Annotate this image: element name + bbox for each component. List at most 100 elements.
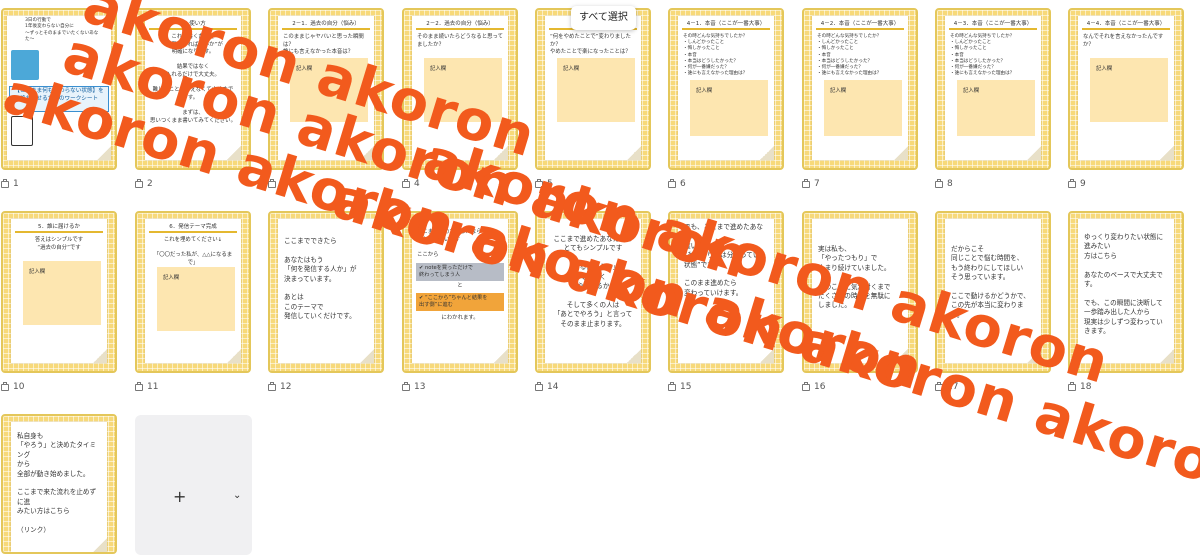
page-body: 私自身も 「やろう」と決めたタイミング から 全部が動き始めました。 ここまで来… [17,432,97,535]
page-number: 16 [814,382,826,392]
page-paper: 3日の行動で 1年後変わらない自分に 〜ずっとそのままでいたくないあなた〜 【こ… [7,16,111,160]
page-card[interactable]: でも、ここまで進めたあなたは 違います。 “もうやり方は分かっている 状態”です… [668,211,784,373]
memo-box[interactable]: 記入欄 [157,267,235,331]
page-number: 9 [1080,179,1086,189]
memo-box[interactable]: 記入欄 [1090,58,1168,122]
page-footer: 5 [535,178,553,190]
page-paper: 4－2．本音（ここが一番大事） その時どんな気持ちでしたか？ ・しんどかったこと… [812,16,908,160]
page-body: ゆっくり変わりたい状態に進みたい 方はこちら あなたのペースで大丈夫です。 でも… [1084,233,1164,336]
page-card[interactable]: ここまで進めたあなたなら 分かると思います ここから ✔ noteを買っただけで… [402,211,518,373]
page-card[interactable]: 1．使い方 これを書くだけで “何発信すればいいか”が 明確になります。 結果で… [135,8,251,170]
page-footer: 11 [135,381,158,393]
printer-icon [935,381,943,391]
page-card[interactable]: ここまでできたら あなたはもう 「何を発信する人か」が 決まっています。 あとは… [268,211,384,373]
page-header: 4－2．本音（ここが一番大事） [816,20,904,30]
printer-icon [135,178,143,188]
page-card[interactable]: 5．誰に届けるか 答えはシンプルです “過去の自分”です 記入欄 [1,211,117,373]
page-number: 13 [414,382,426,392]
memo-box[interactable]: 記入欄 [424,58,502,122]
page-card[interactable]: 6．発信テーマ完成 これを埋めてください↓ 「〇〇だった私が、△△になるまで」 … [135,211,251,373]
memo-box[interactable]: 記入欄 [690,80,768,136]
page-card[interactable]: 私自身も 「やろう」と決めたタイミング から 全部が動き始めました。 ここまで来… [1,414,117,554]
page-number: 3 [280,179,286,189]
memo-box[interactable]: 記入欄 [824,80,902,136]
page-number: 8 [947,179,953,189]
page-footer: 9 [1068,178,1086,190]
memo-box[interactable]: 記入欄 [557,58,635,122]
page-card[interactable]: 3日の行動で 1年後変わらない自分に 〜ずっとそのままでいたくないあなた〜 【こ… [1,8,117,170]
memo-label: 記入欄 [296,66,313,72]
page-header: 5．誰に届けるか [15,223,103,233]
page-header: 2－1．過去の自分（悩み） [282,20,370,30]
page-body: その時どんな気持ちでしたか？ ・しんどかったこと ・悔しかったこと ・本音 ・本… [950,34,1015,77]
page-footer: 10 [1,381,24,393]
page-body: ここまで進めたあなたなら 分かると思います ここから [417,229,482,258]
page-body: 3日の行動で 1年後変わらない自分に 〜ずっとそのままでいたくないあなた〜 [25,18,99,43]
page-paper: ここまでできたら あなたはもう 「何を発信する人か」が 決まっています。 あとは… [278,219,374,363]
memo-label: 記入欄 [29,269,46,275]
page-number: 7 [814,179,820,189]
page-footer: 7 [802,178,820,190]
page-header: 4－4．本音（ここが一番大事） [1082,20,1170,30]
page-paper: 6．発信テーマ完成 これを埋めてください↓ 「〇〇だった私が、△△になるまで」 … [145,219,241,363]
printer-icon [935,178,943,188]
option-pill-orange: ✔ “ここから”ちゃんと結果を 出す側”に進む [416,292,504,311]
add-page-tile[interactable]: + ⌄ [135,415,252,555]
page-number: 10 [13,382,25,392]
page-paper: ゆっくり変わりたい状態に進みたい 方はこちら あなたのペースで大丈夫です。 でも… [1078,219,1174,363]
page-body: 答えはシンプルです “過去の自分”です [34,237,84,251]
page-paper: 実は私も、 「やったつもり」で 止まり続けていました。 このことに気が付くまで … [812,219,908,363]
page-number: 4 [414,179,420,189]
page-paper: 5．誰に届けるか 答えはシンプルです “過去の自分”です 記入欄 [11,219,107,363]
page-number: 12 [280,382,292,392]
pill-separator: と [457,283,463,290]
page-paper: だからこそ 同じことで悩む時間を、 もう終わりにしてほしい そう思っています。 … [945,219,1041,363]
page-card[interactable]: 4－3．本音（ここが一番大事） その時どんな気持ちでしたか？ ・しんどかったこと… [935,8,1051,170]
printer-icon [135,381,143,391]
page-number: 15 [680,382,692,392]
memo-box[interactable]: 記入欄 [23,261,101,325]
plus-icon[interactable]: + [173,487,186,506]
page-footer: 1 [1,178,19,190]
page-footer: 16 [802,381,825,393]
page-paper: 私自身も 「やろう」と決めたタイミング から 全部が動き始めました。 ここまで来… [11,422,107,552]
printer-icon [668,381,676,391]
chevron-down-icon[interactable]: ⌄ [233,490,241,501]
page-card[interactable]: 2－1．過去の自分（悩み） このままじゃヤバいと思った瞬間は？ 誰にも言えなかっ… [268,8,384,170]
page-body: ここまでできたら あなたはもう 「何を発信する人か」が 決まっています。 あとは… [284,237,357,321]
page-paper: 2－2．過去の自分（悩み） そのまま続いたらどうなると思ってましたか？ 記入欄 [412,16,508,160]
page-header: 4－3．本音（ここが一番大事） [949,20,1037,30]
page-number: 18 [1080,382,1092,392]
page-footer: 18 [1068,381,1091,393]
page-card[interactable]: 4－2．本音（ここが一番大事） その時どんな気持ちでしたか？ ・しんどかったこと… [802,8,918,170]
page-number: 2 [147,179,153,189]
page-card[interactable]: 実は私も、 「やったつもり」で 止まり続けていました。 このことに気が付くまで … [802,211,918,373]
page-body: 実は私も、 「やったつもり」で 止まり続けていました。 このことに気が付くまで … [818,245,891,310]
page-grid: 3日の行動で 1年後変わらない自分に 〜ずっとそのままでいたくないあなた〜 【こ… [0,0,1200,555]
page-footer: 13 [402,381,425,393]
printer-icon [668,178,676,188]
select-all-tooltip[interactable]: すべて選択 [571,6,636,30]
memo-label: 記入欄 [696,88,713,94]
page-paper: 4－3．本音（ここが一番大事） その時どんな気持ちでしたか？ ・しんどかったこと… [945,16,1041,160]
clipboard-icon [11,116,33,146]
page-number: 17 [947,382,959,392]
memo-label: 記入欄 [1096,66,1113,72]
memo-label: 記入欄 [830,88,847,94]
memo-box[interactable]: 記入欄 [290,58,368,122]
page-number: 11 [147,382,159,392]
option-pill-grey: ✔ noteを買っただけで 終わってしまう人 [416,263,504,282]
page-card[interactable]: 4－1．本音（ここが一番大事） その時どんな気持ちでしたか？ ・しんどかったこと… [668,8,784,170]
page-number: 1 [13,179,19,189]
page-paper: でも、ここまで進めたあなたは 違います。 “もうやり方は分かっている 状態”です… [678,219,774,363]
page-card[interactable]: 3．変化 “何をやめたことで”変わりましたか？ やめたことで楽になったことは？ … [535,8,651,170]
page-card[interactable]: だからこそ 同じことで悩む時間を、 もう終わりにしてほしい そう思っています。 … [935,211,1051,373]
page-header: 1．使い方 [149,20,237,30]
page-header: 2－2．過去の自分（悩み） [416,20,504,30]
page-card[interactable]: ここまで進めたあなたなら とてもシンプルです 「やるかどうか」 ではなく 「やり… [535,211,651,373]
page-card[interactable]: 4－4．本音（ここが一番大事） なんでそれを言えなかったんですか？ 記入欄 [1068,8,1184,170]
page-paper: 2－1．過去の自分（悩み） このままじゃヤバいと思った瞬間は？ 誰にも言えなかっ… [278,16,374,160]
memo-box[interactable]: 記入欄 [957,80,1035,136]
page-card[interactable]: 2－2．過去の自分（悩み） そのまま続いたらどうなると思ってましたか？ 記入欄 [402,8,518,170]
page-card[interactable]: ゆっくり変わりたい状態に進みたい 方はこちら あなたのペースで大丈夫です。 でも… [1068,211,1184,373]
